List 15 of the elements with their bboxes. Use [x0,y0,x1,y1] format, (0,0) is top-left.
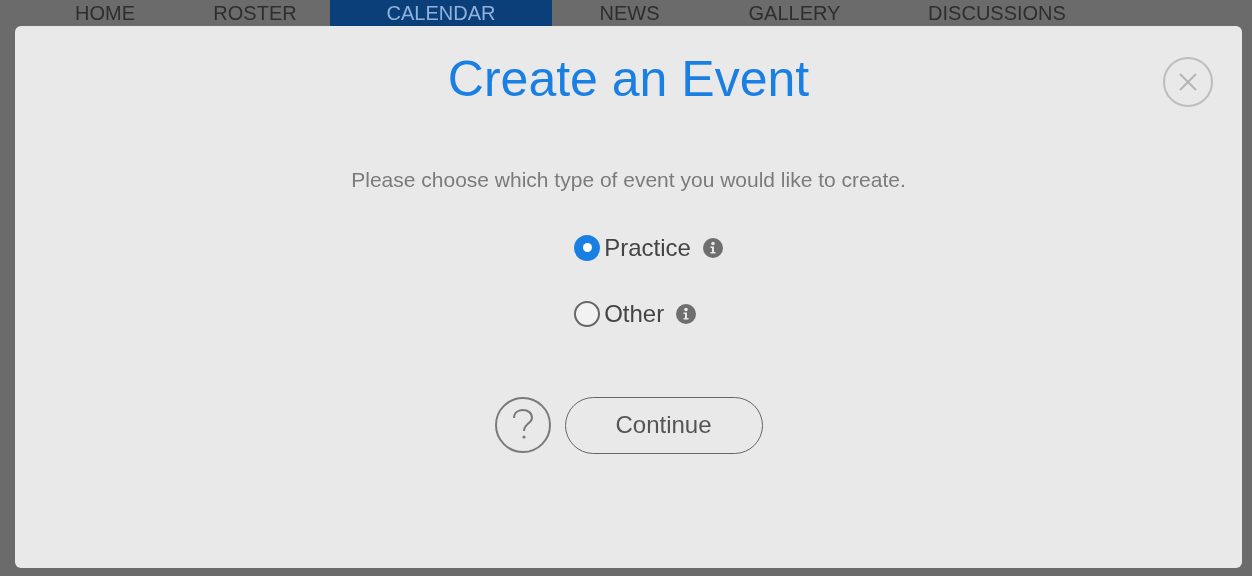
nav-tab[interactable]: HOME [30,0,180,26]
radio-button[interactable] [574,234,601,261]
nav-tab[interactable]: NEWS [552,0,707,26]
radio-button[interactable] [574,300,601,327]
info-icon[interactable] [676,303,697,324]
help-icon[interactable] [494,397,551,453]
radio-option[interactable]: Practice [574,229,723,266]
dialog-title: Create an Event [447,54,810,104]
nav-tab[interactable]: ROSTER [180,0,330,26]
nav-tab[interactable]: CALENDAR [330,0,552,26]
nav-tab[interactable]: GALLERY [707,0,882,26]
nav-tab[interactable]: DISCUSSIONS [882,0,1112,26]
dialog-description: Please choose which type of event you would like to create. [351,167,906,193]
info-icon[interactable] [702,237,723,258]
radio-option[interactable]: Other [574,295,697,332]
